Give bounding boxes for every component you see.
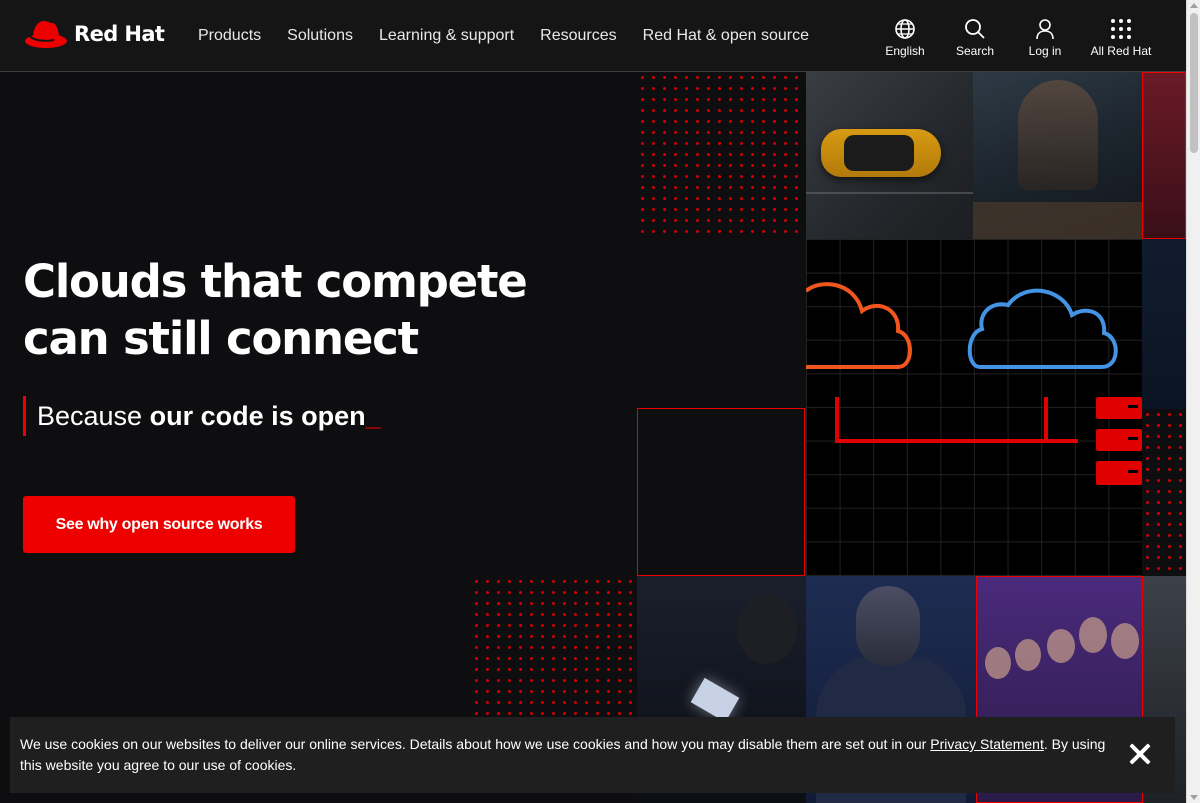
login-button[interactable]: Log in	[1010, 0, 1080, 72]
headline-line-2: can still connect	[23, 312, 419, 365]
main-nav: Products Solutions Learning & support Re…	[198, 27, 835, 45]
hero-tagline: Because our code is open_	[23, 396, 381, 436]
headline-line-1: Clouds that compete	[23, 255, 528, 308]
redhat-logo[interactable]: Red Hat	[24, 17, 165, 51]
car-photo	[806, 72, 973, 239]
desk-surface	[973, 202, 1142, 239]
cookie-banner: We use cookies on our websites to delive…	[10, 717, 1175, 793]
nav-solutions[interactable]: Solutions	[287, 27, 353, 45]
scrollbar-thumb[interactable]	[1190, 13, 1198, 153]
cookie-text-before: We use cookies on our websites to delive…	[20, 736, 931, 752]
close-icon[interactable]	[1127, 741, 1153, 767]
search-icon	[965, 19, 985, 39]
nav-resources[interactable]: Resources	[540, 27, 616, 45]
nav-learning-support[interactable]: Learning & support	[379, 27, 514, 45]
red-dot-pattern	[1142, 409, 1186, 576]
all-redhat-label: All Red Hat	[1090, 44, 1152, 58]
person-head	[856, 586, 920, 666]
typing-cursor: _	[365, 401, 381, 431]
car-roof	[844, 135, 914, 171]
connected-clouds-illustration	[806, 282, 1142, 485]
person-silhouette	[1018, 80, 1098, 190]
audience-face	[1047, 629, 1075, 663]
nav-products[interactable]: Products	[198, 27, 261, 45]
user-icon	[1036, 19, 1054, 40]
tagline-prefix: Because	[37, 401, 150, 431]
logo-wordmark: Red Hat	[74, 22, 165, 46]
audience-face	[985, 647, 1011, 679]
workbench-photo	[973, 72, 1142, 239]
nav-redhat-open-source[interactable]: Red Hat & open source	[643, 27, 809, 45]
audience-face	[1111, 623, 1139, 659]
hero-headline: Clouds that compete can still connect	[23, 253, 583, 367]
red-dot-pattern	[471, 576, 637, 716]
outlined-tile	[637, 408, 805, 576]
cookie-message: We use cookies on our websites to delive…	[20, 734, 1110, 776]
page: Red Hat Products Solutions Learning & su…	[0, 0, 1186, 803]
scroll-up-arrow-icon[interactable]	[1190, 3, 1198, 8]
person-silhouette	[737, 594, 797, 664]
privacy-statement-link[interactable]: Privacy Statement	[930, 736, 1044, 752]
audience-face	[1015, 639, 1041, 671]
cloud-illustration	[806, 239, 1142, 576]
page-scrollbar[interactable]	[1186, 0, 1200, 803]
grid-dots-icon	[1111, 19, 1131, 39]
tagline-emphasis: our code is open	[149, 401, 366, 431]
network-photo-partial	[1142, 239, 1186, 409]
redhat-hat-icon	[25, 21, 67, 48]
road-marking	[806, 192, 973, 194]
glowing-phone	[690, 677, 740, 723]
see-why-open-source-button[interactable]: See why open source works	[23, 496, 295, 553]
login-label: Log in	[1028, 44, 1062, 58]
all-redhat-button[interactable]: All Red Hat	[1080, 0, 1162, 72]
event-photo-partial	[1142, 72, 1186, 239]
site-header: Red Hat Products Solutions Learning & su…	[0, 0, 1186, 72]
search-label: Search	[955, 44, 995, 58]
language-label: English	[885, 44, 925, 58]
red-dot-pattern	[637, 72, 806, 239]
language-button[interactable]: English	[870, 0, 940, 72]
audience-face	[1079, 617, 1107, 653]
globe-icon	[895, 19, 915, 39]
scroll-down-arrow-icon[interactable]	[1190, 795, 1198, 800]
utility-nav: English Search Log in All Red Hat	[870, 0, 1186, 72]
search-button[interactable]: Search	[940, 0, 1010, 72]
